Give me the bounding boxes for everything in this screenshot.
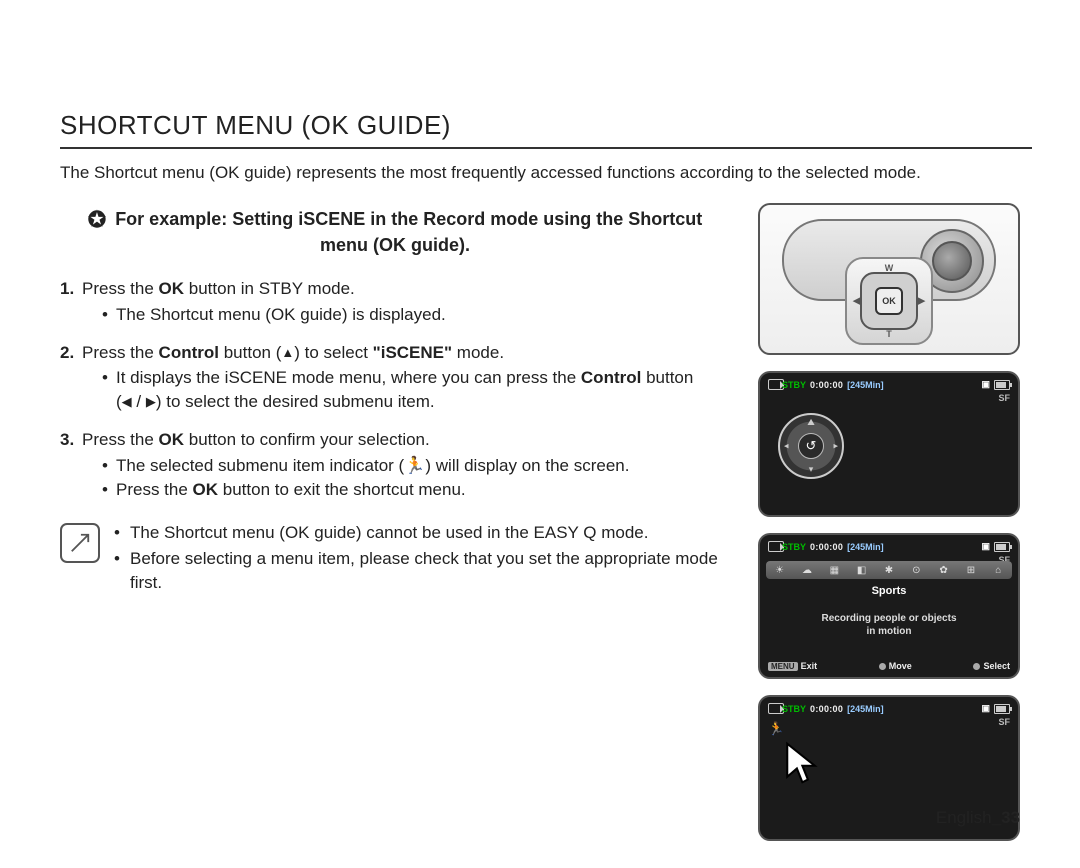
page-title: SHORTCUT MENU (OK GUIDE)	[60, 110, 1032, 141]
scene-icon: ✿	[937, 563, 951, 577]
note-2: Before selecting a menu item, please che…	[114, 547, 730, 595]
select-hint: Select	[973, 661, 1010, 671]
scene-icon: ✱	[882, 563, 896, 577]
step-3-sub1: The selected submenu item indicator (🏃) …	[102, 454, 730, 478]
lcd-screen-1: xx STBY 0:00:00 [245Min] ▣ SF ⛰▾◂▸ ↺	[758, 371, 1020, 517]
elapsed-time: 0:00:00	[810, 542, 843, 552]
menu-exit-hint: MENUExit	[768, 661, 817, 671]
scene-icon: ⌂	[991, 563, 1005, 577]
battery-icon	[994, 704, 1010, 714]
title-rule	[60, 147, 1032, 149]
step-2-sub: It displays the iSCENE mode menu, where …	[102, 366, 730, 414]
scene-description: Recording people or objectsin motion	[760, 613, 1018, 638]
example-bullet-icon: ✪	[88, 207, 106, 232]
pad-left-icon: ◀	[853, 296, 860, 307]
example-line1: For example: Setting iSCENE in the Recor…	[115, 209, 702, 229]
card-icon: ▣	[981, 379, 990, 390]
scene-icon: ⊞	[964, 563, 978, 577]
runner-indicator-icon: 🏃	[768, 721, 784, 737]
battery-icon	[994, 542, 1010, 552]
pad-right-icon: ▶	[918, 296, 925, 307]
shortcut-wheel: ⛰▾◂▸ ↺	[778, 413, 844, 479]
up-triangle-icon: ▲	[281, 346, 294, 359]
scene-icon: ☁	[800, 563, 814, 577]
note-block: The Shortcut menu (OK guide) cannot be u…	[60, 521, 730, 596]
step-3-text: Press the OK button to confirm your sele…	[82, 430, 430, 449]
runner-icon: 🏃	[404, 456, 425, 475]
note-icon	[60, 523, 100, 563]
sf-label: SF	[998, 717, 1010, 727]
scene-icon: ☀	[773, 563, 787, 577]
sf-label: SF	[998, 393, 1010, 403]
move-hint: Move	[879, 661, 912, 671]
step-1: 1. Press the OK button in STBY mode. The…	[60, 277, 730, 327]
battery-icon	[994, 380, 1010, 390]
elapsed-time: 0:00:00	[810, 380, 843, 390]
remaining-duration: [245Min]	[847, 380, 884, 390]
page-footer: English_33	[936, 808, 1020, 828]
card-icon: ▣	[981, 541, 990, 552]
example-heading: ✪ For example: Setting iSCENE in the Rec…	[60, 203, 730, 257]
step-2: 2. Press the Control button (▲) to selec…	[60, 341, 730, 414]
remaining-duration: [245Min]	[847, 542, 884, 552]
intro-text: The Shortcut menu (OK guide) represents …	[60, 163, 1032, 183]
step-1-sub: The Shortcut menu (OK guide) is displaye…	[102, 303, 730, 327]
control-pad: W T ◀ ▶ OK	[845, 257, 933, 345]
stby-label: STBY	[782, 380, 806, 390]
step-2-text: Press the Control button (▲) to select "…	[82, 343, 504, 362]
step-3: 3. Press the OK button to confirm your s…	[60, 428, 730, 501]
ok-button[interactable]: OK	[875, 287, 903, 315]
pad-t-label: T	[886, 329, 892, 339]
step-3-sub2: Press the OK button to exit the shortcut…	[102, 478, 730, 502]
remaining-duration: [245Min]	[847, 704, 884, 714]
scene-icon: ▦	[827, 563, 841, 577]
example-line2: menu (OK guide).	[320, 235, 470, 255]
camera-diagram: W T ◀ ▶ OK	[758, 203, 1020, 355]
step-1-text: Press the OK button in STBY mode.	[82, 279, 355, 298]
note-1: The Shortcut menu (OK guide) cannot be u…	[114, 521, 730, 545]
scene-icon: ⊙	[909, 563, 923, 577]
stby-label: STBY	[782, 542, 806, 552]
scene-icon-bar: ☀ ☁ ▦ ◧ ✱ ⊙ ✿ ⊞ ⌂	[766, 561, 1012, 579]
stby-label: STBY	[782, 704, 806, 714]
pad-w-label: W	[885, 263, 894, 273]
wheel-center-icon: ↺	[798, 433, 824, 459]
elapsed-time: 0:00:00	[810, 704, 843, 714]
scene-icon: ◧	[855, 563, 869, 577]
right-triangle-icon: ▶	[146, 395, 156, 408]
left-triangle-icon: ◀	[122, 395, 132, 408]
scene-name: Sports	[760, 585, 1018, 597]
pointer-cursor-icon	[784, 741, 818, 785]
lcd-screen-2: xx STBY 0:00:00 [245Min] ▣ SF ☀ ☁ ▦ ◧ ✱ …	[758, 533, 1020, 679]
card-icon: ▣	[981, 703, 990, 714]
